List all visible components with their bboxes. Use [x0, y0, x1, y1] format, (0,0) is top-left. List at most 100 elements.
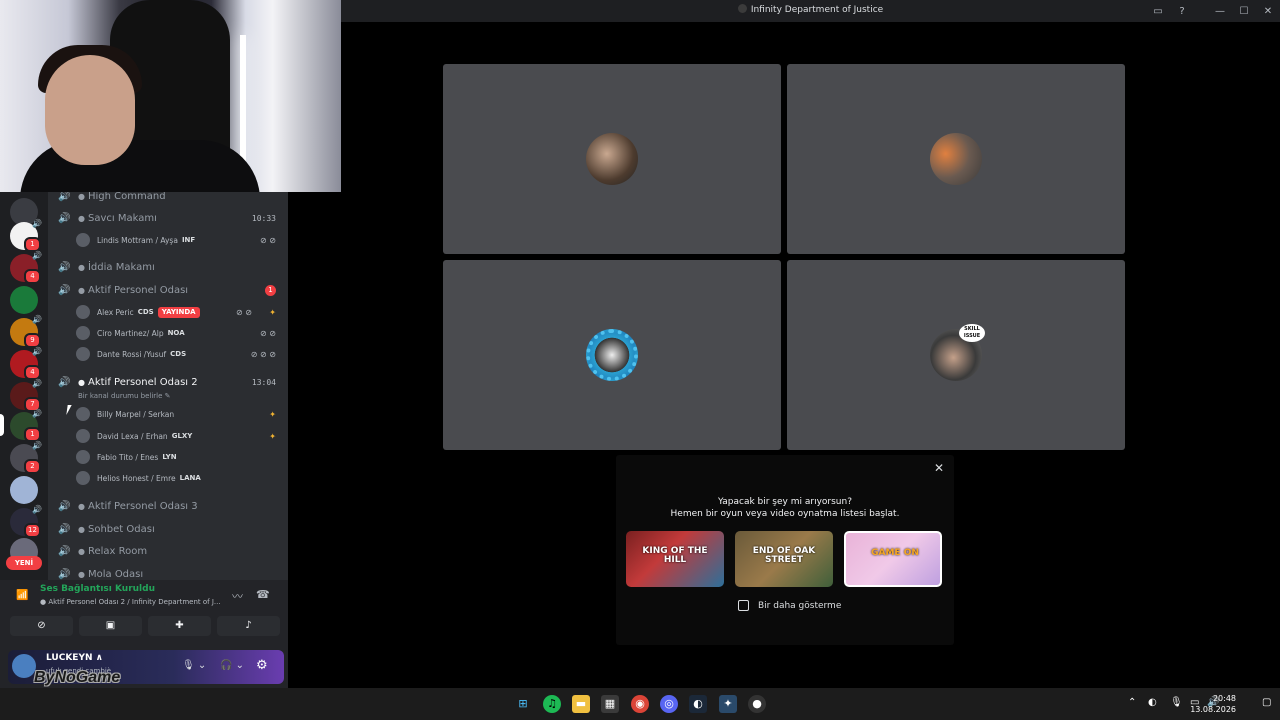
mention-badge: 12 [24, 523, 41, 538]
muted-deafened-icon: ⊘ ⊘ ⊘ [250, 349, 276, 359]
speaker-icon: 🔊 [58, 192, 71, 202]
server-tag: CDS [137, 308, 154, 316]
channel-high-command[interactable]: 🔊 ● High Command [58, 192, 280, 205]
avatar [76, 326, 90, 340]
avatar-decoration-badge: SKILL ISSUE [959, 324, 985, 342]
soundboard-button[interactable]: ♪ [217, 616, 280, 636]
help-icon[interactable]: ? [1170, 6, 1194, 17]
headphones-icon[interactable]: 🎧 ⌄ [220, 660, 244, 671]
avatar [76, 305, 90, 319]
microphone-icon[interactable]: 🎙 ⌄ [182, 660, 206, 671]
dont-show-again-label[interactable]: Bir daha gösterme [758, 601, 841, 611]
server-icon-2[interactable]: 🔊 1 [10, 219, 42, 252]
voice-member[interactable]: David Lexa / Erhan GLXY ✦ [76, 428, 280, 444]
server-icon-4[interactable] [10, 286, 38, 314]
channel-list: 🔊 ● High Command 🔊 ● Savcı Makamı 10:33 Lind… [48, 192, 288, 580]
avatar [76, 471, 90, 485]
channel-mola-odasi[interactable]: 🔊 ● Mola Odası [58, 565, 280, 580]
window-controls: ▭ ? — ☐ ✕ [1146, 0, 1280, 22]
server-tag: LANA [179, 474, 201, 482]
steam-icon[interactable]: ◐ [689, 695, 707, 713]
server-tag: LYN [162, 453, 177, 461]
server-icon-11[interactable]: 🔊 12 [10, 505, 42, 538]
close-button[interactable]: ✕ [1256, 6, 1280, 17]
screen-share-button[interactable]: ▣ [79, 616, 142, 636]
speaker-icon: 🔊 [58, 284, 71, 296]
voice-member[interactable]: Fabio Tito / Enes LYN [76, 449, 280, 465]
channel-relax-room[interactable]: 🔊 ● Relax Room [58, 542, 280, 560]
close-icon[interactable]: ✕ [934, 461, 944, 475]
minimize-button[interactable]: — [1208, 6, 1232, 17]
server-icon-3[interactable]: 🔊 4 [10, 251, 42, 284]
noise-suppression-icon[interactable]: 〰 [232, 588, 243, 604]
camera-button[interactable]: ⊘ [10, 616, 73, 636]
app-icon[interactable]: ✦ [719, 695, 737, 713]
discord-icon[interactable]: ◎ [660, 695, 678, 713]
dont-show-again-checkbox[interactable] [738, 600, 749, 611]
voice-member[interactable]: Lindis Mottram / Ayşa INF ⊘ ⊘ [76, 232, 280, 248]
server-icon-6[interactable]: 🔊 4 [10, 347, 42, 380]
microphone-tray-icon[interactable]: 🎙 [1170, 697, 1183, 708]
speaker-icon: 🔊 [58, 376, 71, 388]
activity-card-king-of-the-hill[interactable]: KING OF THE HILL [626, 531, 724, 587]
channel-sohbet-odasi[interactable]: 🔊 ● Sohbet Odası [58, 520, 280, 538]
avatar [76, 233, 90, 247]
video-tile-1[interactable] [443, 64, 781, 254]
video-tile-3[interactable] [443, 260, 781, 450]
channel-status-placeholder[interactable]: Bir kanal durumu belirle ✎ [78, 392, 171, 400]
voice-icon: 🔊 [32, 409, 42, 418]
avatar [76, 429, 90, 443]
server-icon [737, 4, 747, 13]
activity-card-end-of-oak-street[interactable]: END OF OAK STREET [735, 531, 833, 587]
speaker-icon: 🔊 [58, 523, 71, 535]
voice-status[interactable]: Ses Bağlantısı Kuruldu [40, 584, 155, 594]
channel-timer: 13:04 [251, 377, 276, 387]
webcam-overlay [0, 0, 341, 192]
username[interactable]: LUCKEYN ∧ [46, 653, 103, 663]
maximize-button[interactable]: ☐ [1232, 6, 1256, 17]
new-badge[interactable]: YENİ [6, 556, 42, 570]
obs-icon[interactable]: ● [748, 695, 766, 713]
spotify-icon[interactable]: ♫ [543, 695, 561, 713]
server-icon-5[interactable]: 🔊 9 [10, 315, 42, 348]
steam-tray-icon[interactable]: ◐ [1148, 697, 1157, 708]
store-icon[interactable]: ▦ [601, 695, 619, 713]
server-icon-9[interactable]: 🔊 2 [10, 441, 42, 474]
chevron-up-icon[interactable]: ⌃ [1128, 697, 1136, 708]
activities-button[interactable]: ✚ [148, 616, 211, 636]
file-explorer-icon[interactable]: ▬ [572, 695, 590, 713]
voice-member[interactable]: Ciro Martinez/ Alp NOA ⊘ ⊘ [76, 325, 280, 341]
voice-channel-path[interactable]: ● Aktif Personel Odası 2 / Infinity Depa… [40, 598, 220, 606]
server-icon-7[interactable]: 🔊 7 [10, 379, 42, 412]
disconnect-icon[interactable]: ☎ [256, 588, 270, 601]
server-icon-infinity[interactable]: 🔊 1 [10, 409, 42, 442]
gear-icon[interactable]: ⚙ [256, 658, 268, 673]
voice-member[interactable]: Billy Marpel / Serkan ✦ [76, 406, 280, 422]
channel-savci-makami[interactable]: 🔊 ● Savcı Makamı 10:33 [58, 209, 280, 227]
system-clock[interactable]: 20:48 13.08.2026 [1190, 693, 1236, 715]
popup-subheading: Hemen bir oyun veya video oynatma listes… [670, 509, 900, 519]
activity-card-game-on[interactable]: GAME ON [844, 531, 942, 587]
mention-badge: 1 [24, 237, 41, 252]
video-tile-4[interactable]: SKILL ISSUE [787, 260, 1125, 450]
channel-aktif-personel-2[interactable]: 🔊 ● Aktif Personel Odası 2 13:04 [58, 373, 280, 391]
inbox-icon[interactable]: ▭ [1146, 6, 1170, 17]
boost-icon: ✦ [269, 409, 276, 419]
server-tag: CDS [170, 350, 187, 358]
avatar[interactable] [12, 654, 36, 678]
channel-aktif-personel-3[interactable]: 🔊 ● Aktif Personel Odası 3 [58, 497, 280, 515]
notifications-icon[interactable]: ▢ [1262, 697, 1271, 708]
voice-member[interactable]: Dante Rossi /Yusuf CDS ⊘ ⊘ ⊘ [76, 346, 280, 362]
chrome-icon[interactable]: ◉ [631, 695, 649, 713]
voice-member[interactable]: Helios Honest / Emre LANA [76, 470, 280, 486]
windows-start-icon[interactable]: ⊞ [514, 695, 532, 713]
mention-badge: 2 [24, 459, 41, 474]
channel-iddia-makami[interactable]: 🔊 ● İddia Makamı [58, 258, 280, 276]
video-tile-2[interactable] [787, 64, 1125, 254]
signal-icon[interactable]: 📶 [16, 590, 28, 601]
taskbar: ⊞ ♫ ▬ ▦ ◉ ◎ ◐ ✦ ● ⌃ ◐ 🎙 ▭ 🔊 20:48 13.08.… [0, 688, 1280, 720]
channel-aktif-personel[interactable]: 🔊 ● Aktif Personel Odası 1 [58, 281, 280, 299]
server-icon-10[interactable] [10, 476, 38, 504]
voice-actions: ⊘ ▣ ✚ ♪ [10, 616, 280, 636]
voice-member[interactable]: Alex Peric CDS YAYINDA ⊘ ⊘ ✦ [76, 304, 280, 320]
